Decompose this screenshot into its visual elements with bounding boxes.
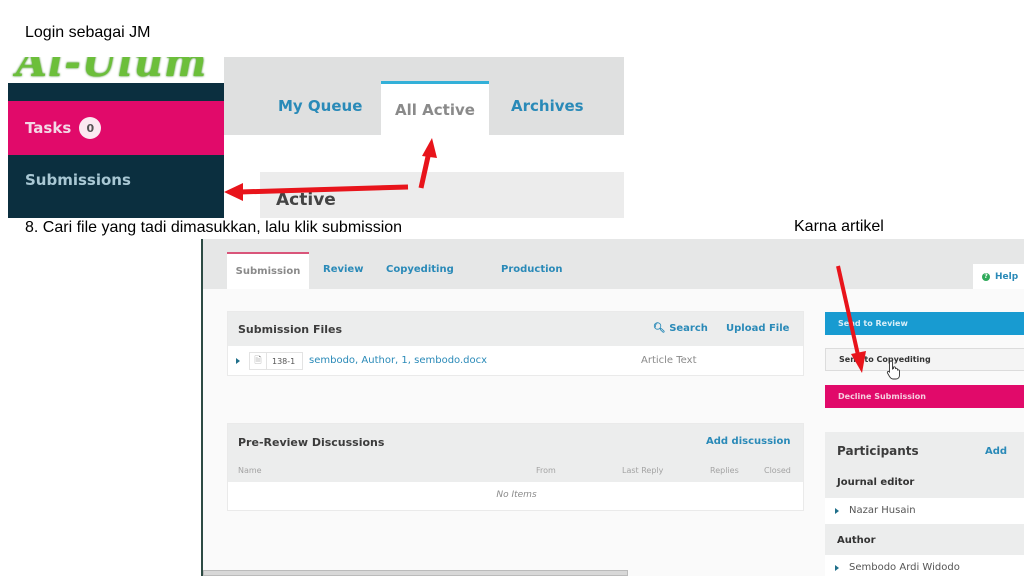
workflow-tabs: Submission Review Copyediting Production… <box>203 239 1024 289</box>
file-name-link[interactable]: sembodo, Author, 1, sembodo.docx <box>309 355 487 366</box>
caption-login: Login sebagai JM <box>25 24 151 41</box>
send-to-review-button[interactable]: Send to Review <box>825 312 1024 335</box>
role-journal-editor: Journal editor <box>837 477 915 488</box>
help-label: Help <box>995 271 1019 282</box>
decline-submission-button[interactable]: Decline Submission <box>825 385 1024 408</box>
tab-all-active[interactable]: All Active <box>381 81 489 135</box>
column-header-closed: Closed <box>764 466 791 475</box>
file-type: Article Text <box>641 355 697 366</box>
column-header-name: Name <box>238 466 262 475</box>
sidebar: Tasks 0 Submissions <box>8 83 224 218</box>
column-header-replies: Replies <box>710 466 739 475</box>
participant-name: Nazar Husain <box>849 505 916 516</box>
browser-status-bar <box>203 570 628 576</box>
column-header-last-reply: Last Reply <box>622 466 664 475</box>
participant-item[interactable]: Sembodo Ardi Widodo <box>825 555 1024 576</box>
discussions-panel: Pre-Review Discussions Add discussion Na… <box>227 423 804 511</box>
submissions-tabs: My Queue All Active Archives <box>224 57 624 135</box>
submission-files-panel: Submission Files 🔍︎ Search Upload File 🗎… <box>227 311 804 376</box>
tab-production[interactable]: Production <box>501 264 563 275</box>
participants-panel: Participants Add Journal editor Nazar Hu… <box>825 432 1024 576</box>
add-participant-button[interactable]: Add <box>985 446 1007 457</box>
column-header-from: From <box>536 466 556 475</box>
tab-my-queue[interactable]: My Queue <box>278 97 362 115</box>
tab-archives[interactable]: Archives <box>511 97 584 115</box>
file-id: 138-1 <box>272 356 296 366</box>
sidebar-item-submissions[interactable]: Submissions <box>25 171 131 189</box>
active-section-title: Active <box>276 190 336 210</box>
discussions-header: Pre-Review Discussions Add discussion Na… <box>228 424 803 482</box>
discussions-title: Pre-Review Discussions <box>238 436 385 449</box>
caption-note-line1: Karna artikel <box>794 218 884 235</box>
tasks-count-badge: 0 <box>79 117 102 139</box>
hand-pointer-icon <box>886 360 900 380</box>
caption-step: 8. Cari file yang tadi dimasukkan, lalu … <box>25 219 403 236</box>
file-row[interactable]: 🗎︎ 138-1 sembodo, Author, 1, sembodo.doc… <box>228 346 805 377</box>
add-discussion-button[interactable]: Add discussion <box>706 436 790 447</box>
file-id-box: 🗎︎ 138-1 <box>249 352 303 370</box>
logo-text: Al-Ulum <box>16 57 208 83</box>
expand-triangle-icon[interactable] <box>236 358 240 364</box>
search-label: Search <box>669 323 708 334</box>
sidebar-item-tasks[interactable]: Tasks 0 <box>8 101 224 155</box>
workflow-screenshot: Submission Review Copyediting Production… <box>201 239 1024 576</box>
submission-files-title: Submission Files <box>238 323 343 336</box>
submission-files-header: Submission Files 🔍︎ Search Upload File <box>228 312 803 346</box>
help-icon: ? <box>982 272 990 281</box>
participant-item[interactable]: Nazar Husain <box>825 498 1024 524</box>
tab-submission[interactable]: Submission <box>227 252 309 289</box>
help-button[interactable]: ? Help <box>973 264 1024 289</box>
expand-triangle-icon[interactable] <box>835 508 839 514</box>
send-to-copyediting-button[interactable]: Send to Copyediting <box>825 348 1024 371</box>
upload-file-button[interactable]: Upload File <box>726 323 789 334</box>
search-icon: 🔍︎ <box>653 323 666 334</box>
expand-triangle-icon[interactable] <box>835 565 839 571</box>
empty-list-message: No Items <box>496 490 537 500</box>
tab-review[interactable]: Review <box>323 264 363 275</box>
tasks-label: Tasks <box>25 119 72 137</box>
participant-name: Sembodo Ardi Widodo <box>849 562 960 573</box>
search-files-button[interactable]: 🔍︎ Search <box>653 323 708 334</box>
journal-logo: Al-Ulum <box>8 57 224 83</box>
document-icon: 🗎︎ <box>250 352 267 370</box>
active-section: Active <box>260 172 624 218</box>
participants-title: Participants <box>837 444 919 458</box>
tab-copyediting[interactable]: Copyediting <box>386 264 454 275</box>
role-author: Author <box>837 535 876 546</box>
dashboard-screenshot: Al-Ulum Tasks 0 Submissions My Queue All… <box>8 57 624 218</box>
